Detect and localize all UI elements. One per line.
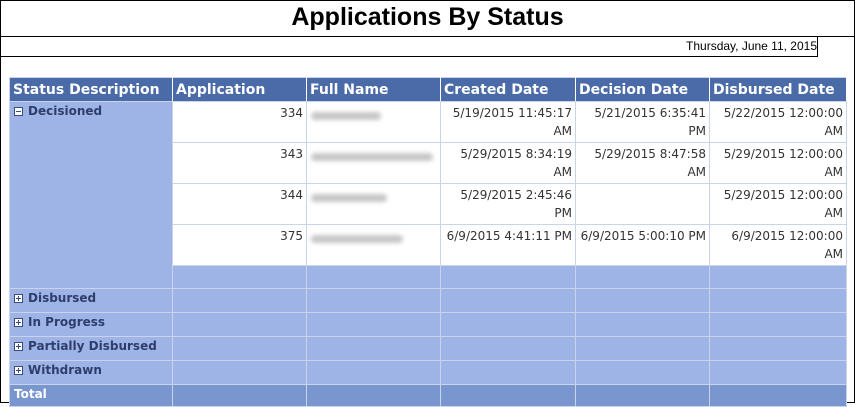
disbursed-date: 5/22/2015 12:00:00 AM — [709, 101, 847, 143]
applications-table: Status Description Application Full Name… — [9, 77, 847, 407]
group-withdrawn: Withdrawn — [9, 360, 173, 385]
table-row: Disbursed — [9, 288, 847, 313]
total-row: Total — [9, 384, 847, 407]
full-name-cell — [306, 142, 441, 184]
table-row: Decisioned 334 5/19/2015 11:45:17 AM 5/2… — [9, 101, 847, 289]
col-header-decision-date[interactable]: Decision Date — [575, 77, 710, 102]
group-label: In Progress — [28, 315, 106, 329]
created-date: 6/9/2015 4:41:11 PM — [440, 224, 576, 266]
decision-date — [575, 183, 710, 225]
created-date: 5/29/2015 8:34:19 AM — [440, 142, 576, 184]
expand-icon[interactable] — [14, 318, 23, 327]
group-disbursed: Disbursed — [9, 288, 173, 313]
redacted-name — [311, 194, 387, 202]
full-name-cell — [306, 101, 441, 143]
full-name-cell — [306, 183, 441, 225]
collapse-icon[interactable] — [14, 107, 23, 116]
redacted-name — [311, 235, 403, 243]
group-label: Disbursed — [28, 291, 97, 305]
disbursed-date: 5/29/2015 12:00:00 AM — [709, 183, 847, 225]
redacted-name — [311, 112, 381, 120]
application-id: 344 — [172, 183, 307, 225]
created-date: 5/19/2015 11:45:17 AM — [440, 101, 576, 143]
total-label: Total — [9, 384, 173, 407]
col-header-full-name[interactable]: Full Name — [306, 77, 441, 102]
report-date: Thursday, June 11, 2015 — [686, 39, 817, 53]
application-id: 375 — [172, 224, 307, 266]
table-row: In Progress — [9, 312, 847, 337]
col-header-created-date[interactable]: Created Date — [440, 77, 576, 102]
group-label: Partially Disbursed — [28, 339, 157, 353]
created-date: 5/29/2015 2:45:46 PM — [440, 183, 576, 225]
group-label: Withdrawn — [28, 363, 102, 377]
decision-date: 5/29/2015 8:47:58 AM — [575, 142, 710, 184]
col-header-disbursed-date[interactable]: Disbursed Date — [709, 77, 847, 102]
disbursed-date: 5/29/2015 12:00:00 AM — [709, 142, 847, 184]
decision-date: 5/21/2015 6:35:41 PM — [575, 101, 710, 143]
table-row: Partially Disbursed — [9, 336, 847, 361]
table-row: Withdrawn — [9, 360, 847, 385]
disbursed-date: 6/9/2015 12:00:00 AM — [709, 224, 847, 266]
table-header-row: Status Description Application Full Name… — [9, 77, 847, 102]
expand-icon[interactable] — [14, 342, 23, 351]
report-title: Applications By Status — [291, 3, 564, 31]
group-label: Decisioned — [28, 104, 103, 118]
group-partially-disbursed: Partially Disbursed — [9, 336, 173, 361]
group-decisioned: Decisioned — [9, 101, 173, 289]
expand-icon[interactable] — [14, 366, 23, 375]
group-in-progress: In Progress — [9, 312, 173, 337]
application-id: 343 — [172, 142, 307, 184]
redacted-name — [311, 153, 433, 161]
col-header-status[interactable]: Status Description — [9, 77, 173, 102]
decision-date: 6/9/2015 5:00:10 PM — [575, 224, 710, 266]
full-name-cell — [306, 224, 441, 266]
col-header-application[interactable]: Application — [172, 77, 307, 102]
expand-icon[interactable] — [14, 294, 23, 303]
application-id: 334 — [172, 101, 307, 143]
